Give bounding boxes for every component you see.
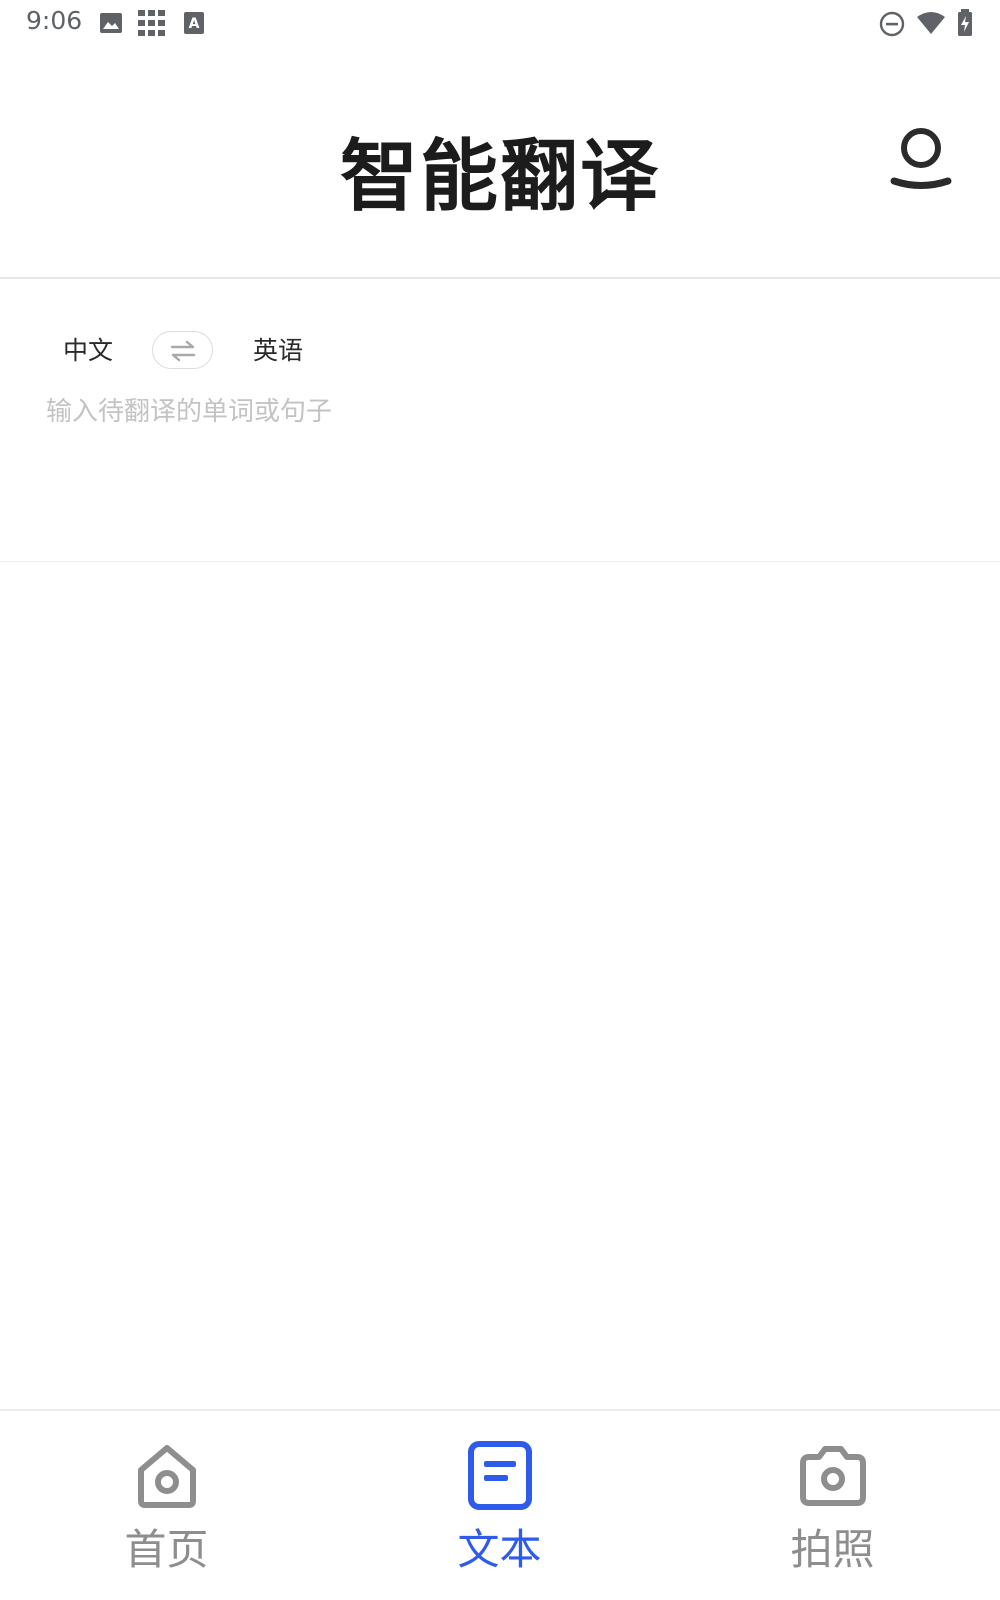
grid-apps-icon bbox=[138, 10, 166, 40]
app-header: 智能翻译 bbox=[0, 46, 1000, 279]
source-language-button[interactable]: 中文 bbox=[63, 331, 113, 371]
nav-item-text[interactable]: 文本 bbox=[333, 1411, 666, 1600]
do-not-disturb-icon bbox=[879, 11, 905, 41]
target-language-button[interactable]: 英语 bbox=[253, 331, 303, 371]
image-icon bbox=[99, 11, 123, 39]
camera-icon bbox=[799, 1446, 866, 1506]
swap-arrows-icon bbox=[170, 340, 196, 362]
source-text-input[interactable] bbox=[46, 392, 946, 532]
svg-text:A: A bbox=[189, 16, 200, 32]
swap-languages-button[interactable] bbox=[152, 331, 213, 369]
battery-charging-icon bbox=[957, 9, 973, 41]
document-icon bbox=[467, 1441, 532, 1510]
font-a-icon: A bbox=[184, 12, 204, 38]
user-icon bbox=[890, 128, 952, 189]
profile-button[interactable] bbox=[888, 126, 954, 196]
status-bar: 9:06 A bbox=[0, 0, 1000, 46]
translate-panel: 中文 英语 bbox=[0, 279, 1000, 562]
language-selector-row: 中文 英语 bbox=[0, 331, 1000, 371]
bottom-navigation: 首页 文本 拍照 bbox=[0, 1409, 1000, 1600]
page-title: 智能翻译 bbox=[339, 132, 660, 222]
nav-label-photo: 拍照 bbox=[790, 1525, 875, 1574]
nav-label-home: 首页 bbox=[124, 1525, 209, 1574]
home-icon bbox=[137, 1445, 196, 1508]
nav-item-home[interactable]: 首页 bbox=[0, 1411, 333, 1600]
status-time: 9:06 bbox=[26, 6, 83, 35]
nav-label-text: 文本 bbox=[457, 1525, 542, 1574]
wifi-icon bbox=[916, 11, 946, 39]
nav-item-photo[interactable]: 拍照 bbox=[666, 1411, 999, 1600]
